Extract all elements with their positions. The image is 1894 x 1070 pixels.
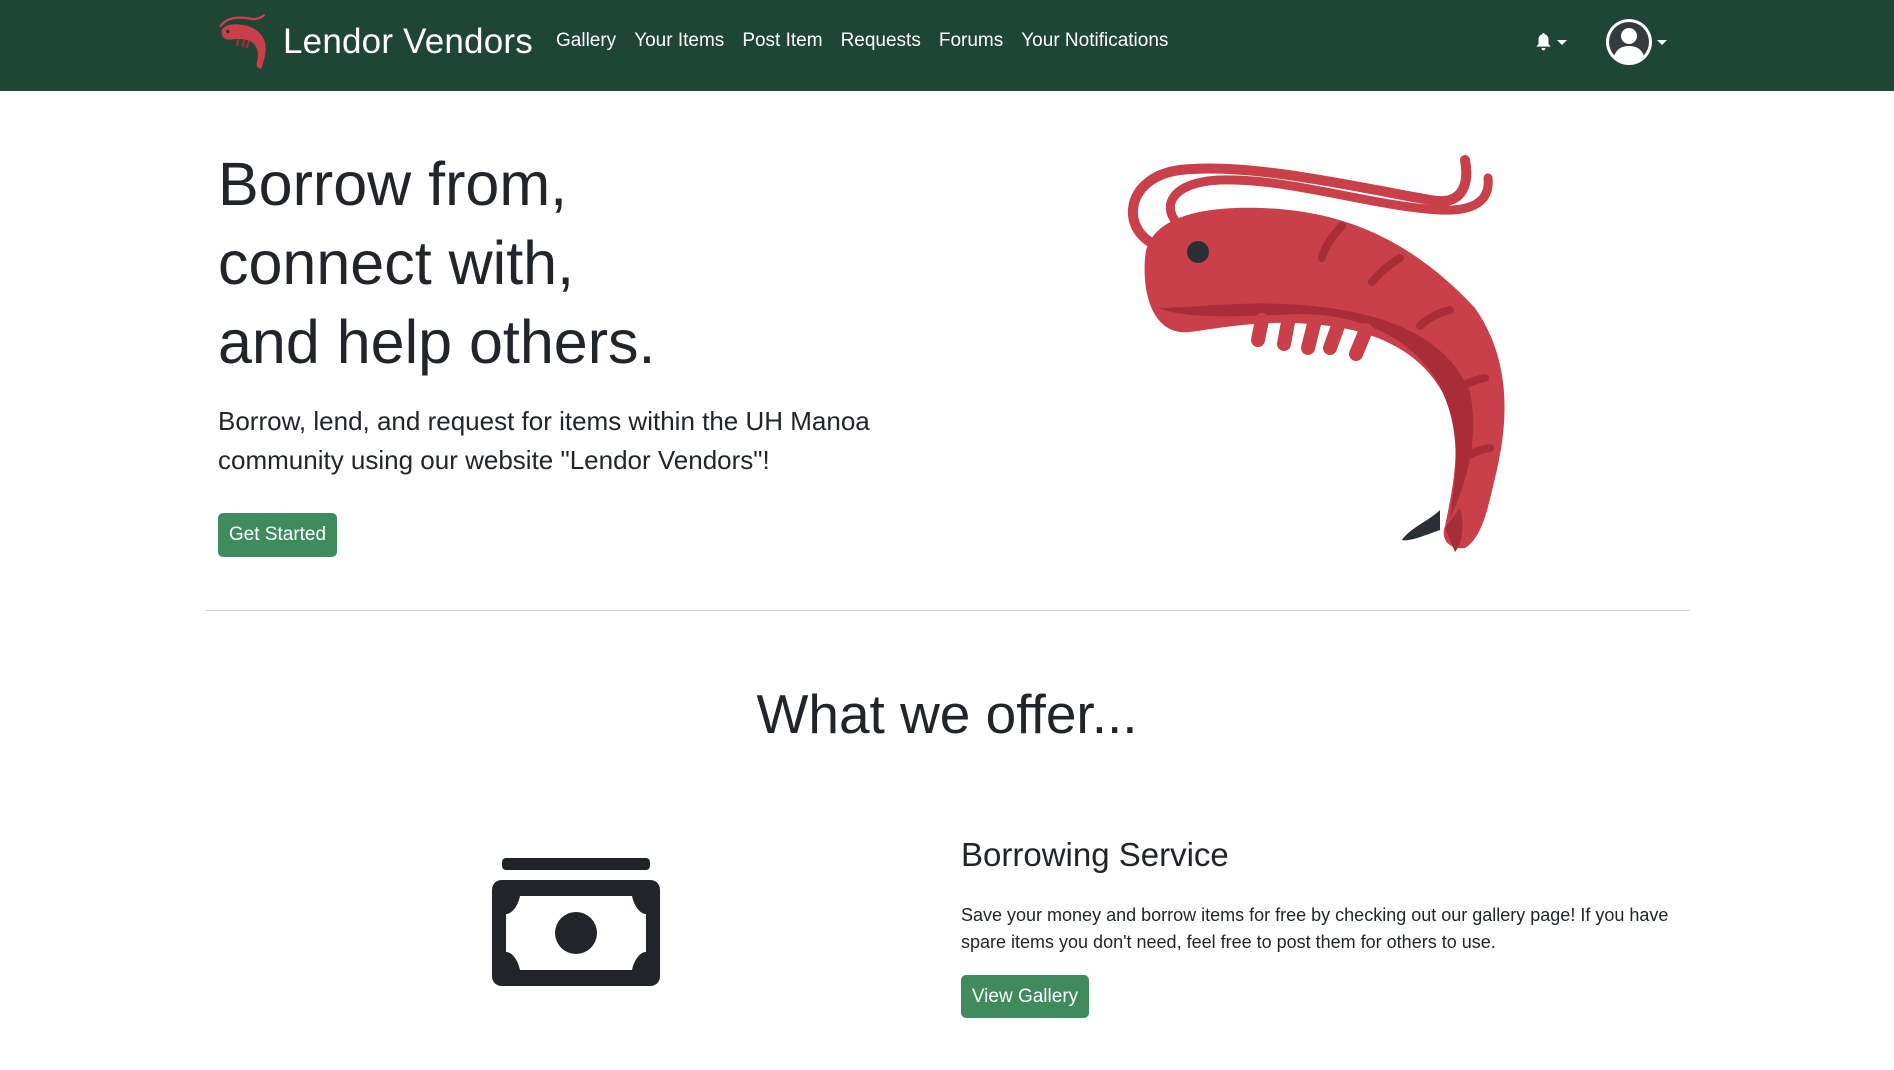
nav-link-forums[interactable]: Forums (939, 28, 1003, 54)
hero-description: Borrow, lend, and request for items with… (218, 406, 870, 475)
top-navbar: Lendor Vendors Gallery Your Items Post I… (0, 0, 1894, 91)
account-dropdown-toggle[interactable] (1606, 17, 1670, 67)
chevron-down-icon (1557, 39, 1567, 45)
shrimp-icon (1127, 155, 1505, 552)
nav-link-post-item[interactable]: Post Item (742, 28, 822, 54)
nav-link-requests[interactable]: Requests (841, 28, 921, 54)
nav-link-your-items[interactable]: Your Items (634, 28, 724, 54)
hero-title-line-3: and help others. (218, 308, 656, 376)
view-gallery-button[interactable]: View Gallery (961, 975, 1089, 1018)
shrimp-icon (219, 14, 266, 69)
user-circle-icon (1606, 19, 1652, 65)
bell-icon (1536, 33, 1551, 51)
brand-name: Lendor Vendors (283, 22, 533, 61)
nav-link-your-notifications[interactable]: Your Notifications (1021, 28, 1168, 54)
notifications-dropdown-toggle[interactable] (1535, 28, 1571, 56)
hero-title-line-1: Borrow from, (218, 150, 568, 218)
nav-link-gallery[interactable]: Gallery (556, 28, 616, 54)
section-divider (205, 610, 1690, 611)
offer-heading: What we offer... (756, 683, 1138, 745)
brand-link[interactable]: Lendor Vendors (215, 12, 533, 72)
hero-title: Borrow from, connect with, and help othe… (218, 145, 655, 382)
money-bill-icon (492, 858, 660, 986)
main-nav: Gallery Your Items Post Item Requests Fo… (556, 28, 1186, 54)
get-started-button[interactable]: Get Started (218, 513, 337, 557)
hero-title-line-2: connect with, (218, 229, 575, 297)
service-description: Save your money and borrow items for fre… (961, 905, 1669, 952)
service-title: Borrowing Service (961, 836, 1229, 873)
chevron-down-icon (1657, 39, 1667, 45)
